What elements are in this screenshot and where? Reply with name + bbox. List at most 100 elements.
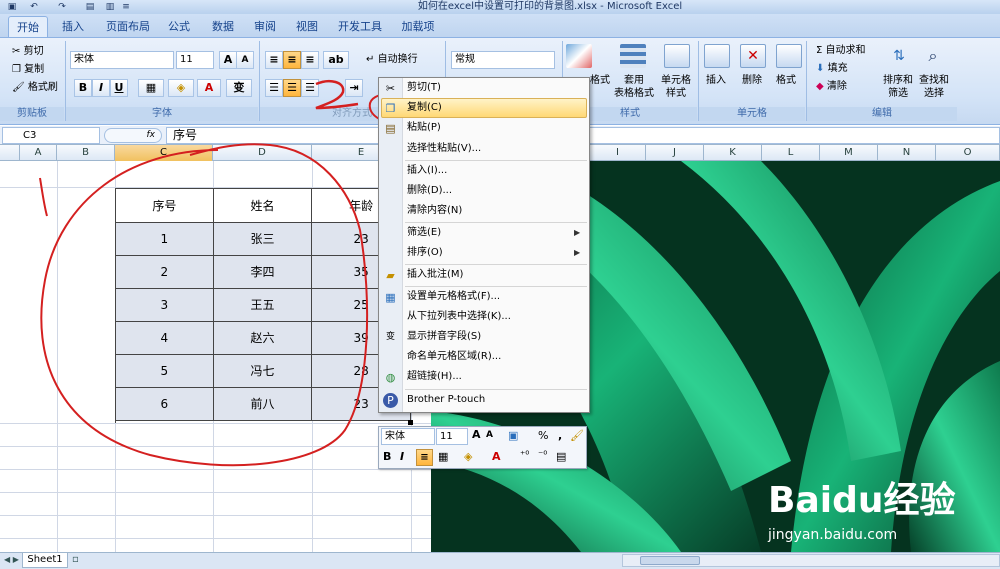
mini-border-icon[interactable]: ▦ (438, 450, 448, 463)
underline-button[interactable]: U (110, 79, 128, 97)
bold-button[interactable]: B (74, 79, 92, 97)
mini-decimal-decrease-icon[interactable]: ⁻⁰ (538, 450, 547, 461)
sort-filter-button[interactable]: 排序和 筛选 (878, 74, 918, 100)
italic-button[interactable]: I (92, 79, 110, 97)
table-cell[interactable]: 2 (116, 256, 214, 289)
menu-format-cells[interactable]: 设置单元格格式(F)... (407, 288, 500, 306)
font-size-select[interactable]: 11 (176, 51, 214, 69)
cell-styles-icon[interactable] (664, 44, 690, 68)
delete-cells-button[interactable]: 删除 (742, 74, 762, 88)
new-sheet-icon[interactable]: ▫ (72, 554, 79, 565)
indent-icon[interactable]: ⇥ (345, 79, 363, 97)
align-top-icon[interactable]: ≡ (265, 51, 283, 69)
menu-clear-contents[interactable]: 清除内容(N) (407, 202, 462, 220)
menu-delete[interactable]: 删除(D)... (407, 182, 452, 200)
tab-addins[interactable]: 加载项 (396, 16, 440, 38)
sheet-tab[interactable]: Sheet1 (22, 553, 68, 568)
tab-developer[interactable]: 开发工具 (334, 16, 386, 38)
column-header[interactable]: I (590, 145, 646, 161)
sort-filter-icon[interactable]: ⇅ (886, 44, 912, 68)
fill-color-icon[interactable]: ◈ (168, 79, 194, 97)
insert-cells-icon[interactable] (704, 44, 730, 68)
menu-paste[interactable]: 粘贴(P) (407, 119, 441, 137)
copy-button[interactable]: ❐ 复制 (12, 63, 44, 77)
tab-home[interactable]: 开始 (8, 16, 48, 38)
table-cell[interactable]: 李四 (213, 256, 313, 289)
name-box[interactable]: C3 (2, 127, 100, 144)
sheet-nav-icons[interactable]: ◀ ▶ (4, 555, 19, 564)
menu-copy[interactable]: 复制(C) (407, 99, 442, 117)
autosum-button[interactable]: Σ 自动求和 (816, 44, 866, 58)
scrollbar-thumb[interactable] (640, 556, 700, 565)
format-painter-button[interactable]: 🖌 格式刷 (12, 81, 58, 95)
save-icon[interactable]: ▣ (6, 1, 18, 13)
mini-currency-icon[interactable]: ▣ (508, 429, 518, 442)
cut-button[interactable]: ✂ 剪切 (12, 45, 44, 59)
column-header[interactable]: J (646, 145, 704, 161)
orientation-icon[interactable]: ab (323, 51, 349, 69)
menu-hyperlink[interactable]: 超链接(H)... (407, 368, 462, 386)
mini-font-color-icon[interactable]: A (492, 450, 501, 463)
menu-insert[interactable]: 插入(I)... (407, 162, 447, 180)
font-color-button[interactable]: A (197, 79, 221, 97)
redo-icon[interactable]: ↷ (56, 1, 68, 13)
delete-cells-icon[interactable]: ✕ (740, 44, 766, 68)
column-header[interactable]: L (762, 145, 820, 161)
column-header[interactable]: A (20, 145, 57, 161)
align-left-icon[interactable]: ☰ (265, 79, 283, 97)
table-cell[interactable]: 王五 (213, 289, 313, 322)
align-right-icon[interactable]: ☰ (301, 79, 319, 97)
mini-grow-font-icon[interactable]: A (472, 428, 481, 441)
mini-painter-icon[interactable]: 🖌 (570, 429, 584, 442)
format-cells-button[interactable]: 格式 (776, 74, 796, 88)
tab-insert[interactable]: 插入 (56, 16, 90, 38)
align-center-icon[interactable]: ☰ (283, 79, 301, 97)
column-header[interactable]: B (57, 145, 115, 161)
conditional-format-label[interactable]: 格式 (590, 74, 610, 88)
border-icon[interactable]: ▦ (138, 79, 164, 97)
mini-shrink-font-icon[interactable]: A (486, 430, 493, 440)
cell-styles-button[interactable]: 单元格 样式 (656, 74, 696, 100)
menu-paste-special[interactable]: 选择性粘贴(V)... (407, 140, 481, 158)
mini-merge-icon[interactable]: ▤ (556, 450, 566, 463)
table-format-icon[interactable] (620, 44, 646, 68)
tab-view[interactable]: 视图 (290, 16, 324, 38)
table-cell[interactable]: 冯七 (213, 355, 313, 388)
table-cell[interactable]: 前八 (213, 388, 313, 421)
column-header[interactable]: M (820, 145, 878, 161)
shrink-font-button[interactable]: A (236, 51, 254, 69)
wrap-text-button[interactable]: ↵ 自动换行 (366, 53, 418, 67)
mini-italic-button[interactable]: I (400, 450, 404, 463)
binoculars-icon[interactable]: ⌕ (920, 44, 946, 68)
mini-comma-button[interactable]: , (558, 429, 562, 442)
quick-access-icon[interactable]: ▤ (84, 1, 96, 13)
table-cell[interactable]: 3 (116, 289, 214, 322)
menu-pick-list[interactable]: 从下拉列表中选择(K)... (407, 308, 511, 326)
table-cell[interactable]: 6 (116, 388, 214, 421)
menu-ptouch[interactable]: Brother P-touch (407, 391, 485, 409)
align-bottom-icon[interactable]: ≡ (301, 51, 319, 69)
table-cell[interactable]: 5 (116, 355, 214, 388)
tab-page-layout[interactable]: 页面布局 (100, 16, 156, 38)
fill-button[interactable]: ⬇ 填充 (816, 62, 848, 76)
quick-access-icon-2[interactable]: ▥ (104, 1, 116, 13)
table-cell[interactable]: 赵六 (213, 322, 313, 355)
menu-phonetic[interactable]: 显示拼音字段(S) (407, 328, 481, 346)
table-header-cell[interactable]: 姓名 (213, 189, 313, 223)
clear-button[interactable]: ◆ 清除 (816, 80, 847, 94)
grow-font-button[interactable]: A (219, 51, 237, 69)
insert-cells-button[interactable]: 插入 (706, 74, 726, 88)
column-header[interactable]: N (878, 145, 936, 161)
table-header-cell[interactable]: 序号 (116, 189, 214, 223)
table-cell[interactable]: 张三 (213, 223, 313, 256)
menu-insert-comment[interactable]: 插入批注(M) (407, 266, 463, 284)
mini-fill-icon[interactable]: ◈ (464, 450, 472, 463)
fill-handle[interactable] (408, 420, 413, 425)
table-cell[interactable]: 1 (116, 223, 214, 256)
conditional-format-icon[interactable] (566, 44, 592, 68)
table-cell[interactable]: 4 (116, 322, 214, 355)
format-as-table-button[interactable]: 套用 表格格式 (610, 74, 658, 100)
menu-name-range[interactable]: 命名单元格区域(R)... (407, 348, 501, 366)
tab-formulas[interactable]: 公式 (162, 16, 196, 38)
mini-font-select[interactable]: 宋体 (381, 428, 435, 445)
